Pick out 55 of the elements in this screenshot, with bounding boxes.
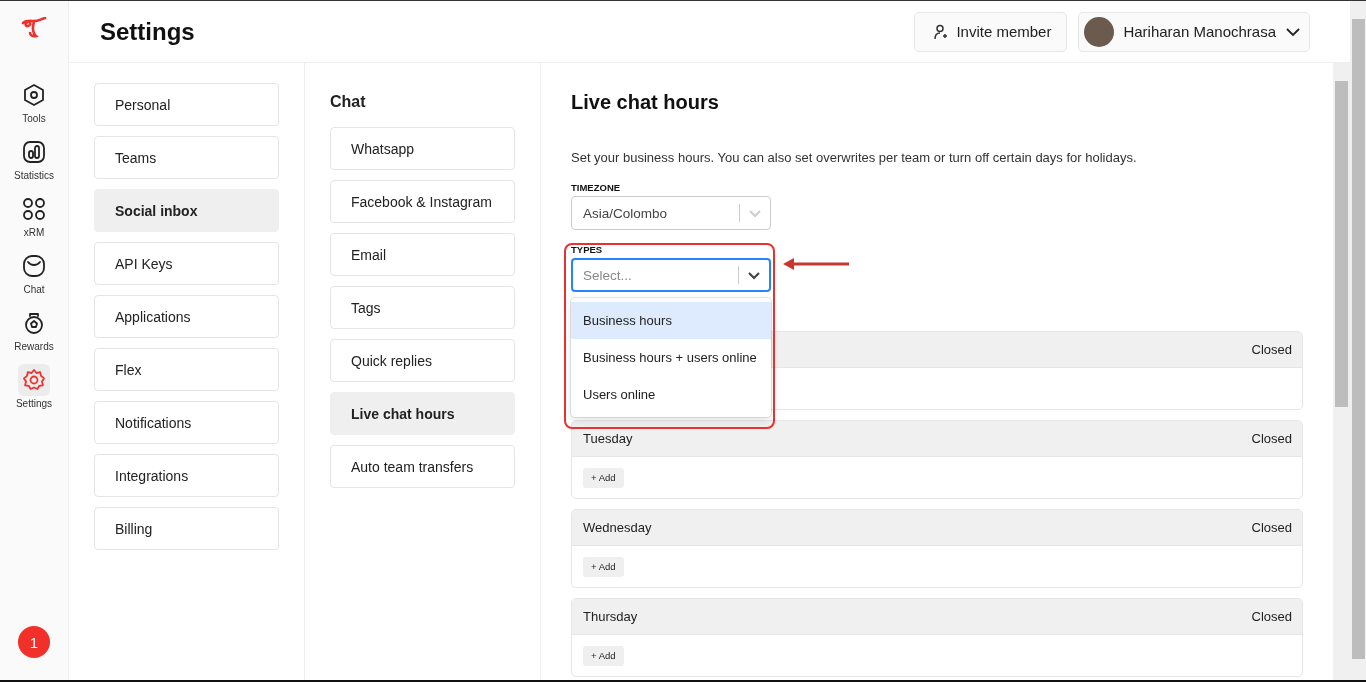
day-status: Closed — [1251, 520, 1292, 535]
settings-menu-item[interactable]: Integrations — [94, 454, 279, 497]
chat-menu-item[interactable]: Whatsapp — [330, 127, 515, 170]
select-input[interactable]: Select... — [573, 266, 738, 284]
chat-menu-item[interactable]: Email — [330, 233, 515, 276]
nav-item[interactable]: Statistics — [14, 136, 54, 193]
logo-icon[interactable] — [21, 17, 47, 39]
settings-menu-item[interactable]: Teams — [94, 136, 279, 179]
nav-item[interactable]: Settings — [15, 364, 53, 421]
settings-menu-item[interactable]: Notifications — [94, 401, 279, 444]
dropdown-option[interactable]: Business hours + users online — [571, 339, 771, 376]
nav-item[interactable]: xRM — [18, 193, 50, 250]
arrow-icon — [781, 257, 851, 271]
chat-menu-item[interactable]: Auto team transfers — [330, 445, 515, 488]
settings-menu-item[interactable]: Social inbox — [94, 189, 279, 232]
dropdown-option[interactable]: Business hours — [571, 302, 771, 339]
nav-item[interactable]: Chat — [18, 250, 50, 307]
gear-icon — [18, 364, 50, 396]
description-text: Set your business hours. You can also set overwrites per team or turn off certain days for holidays. — [571, 150, 1138, 165]
timezone-select[interactable]: Asia/Colombo — [571, 196, 771, 230]
add-button[interactable]: + Add — [583, 467, 624, 488]
field-label: TIMEZONE — [571, 182, 622, 193]
chat-menu-item[interactable]: Tags — [330, 286, 515, 329]
nav-item[interactable]: Tools — [18, 79, 50, 136]
chat-menu-item[interactable]: Facebook & Instagram — [330, 180, 515, 223]
avatar — [1084, 16, 1115, 47]
user-menu-button[interactable]: Hariharan Manochrasa — [1078, 11, 1310, 52]
chat-menu-item[interactable]: Quick replies — [330, 339, 515, 382]
day-name: Thursday — [583, 609, 638, 624]
invite-member-button[interactable]: Invite member — [914, 11, 1068, 52]
dropdown-option[interactable]: Users online — [571, 376, 771, 413]
add-button[interactable]: + Add — [583, 645, 624, 666]
settings-menu-item[interactable]: Applications — [94, 295, 279, 338]
types-select[interactable]: Select... — [571, 258, 771, 292]
page-title: Settings — [100, 17, 195, 46]
day-status: Closed — [1251, 342, 1292, 357]
person-icon — [933, 23, 948, 40]
add-button[interactable]: + Add — [583, 556, 624, 577]
nav-item[interactable]: Rewards — [14, 307, 54, 364]
settings-menu-item[interactable]: Personal — [94, 83, 279, 126]
settings-menu-item[interactable]: Billing — [94, 507, 279, 550]
day-name: Wednesday — [583, 520, 652, 535]
scrollbar[interactable] — [1333, 63, 1350, 680]
notification-badge[interactable]: 1 — [18, 626, 50, 658]
page-scrollbar[interactable] — [1350, 1, 1366, 680]
settings-menu-item[interactable]: Flex — [94, 348, 279, 391]
section-title: Live chat hours — [571, 91, 720, 114]
settings-menu-item[interactable]: API Keys — [94, 242, 279, 285]
day-status: Closed — [1251, 609, 1292, 624]
section-heading: Chat — [330, 93, 367, 111]
chevron-down-icon — [1285, 26, 1301, 37]
day-status: Closed — [1251, 431, 1292, 446]
day-name: Tuesday — [583, 431, 633, 446]
chat-menu-item[interactable]: Live chat hours — [330, 392, 515, 435]
field-label: TYPES — [571, 244, 604, 255]
